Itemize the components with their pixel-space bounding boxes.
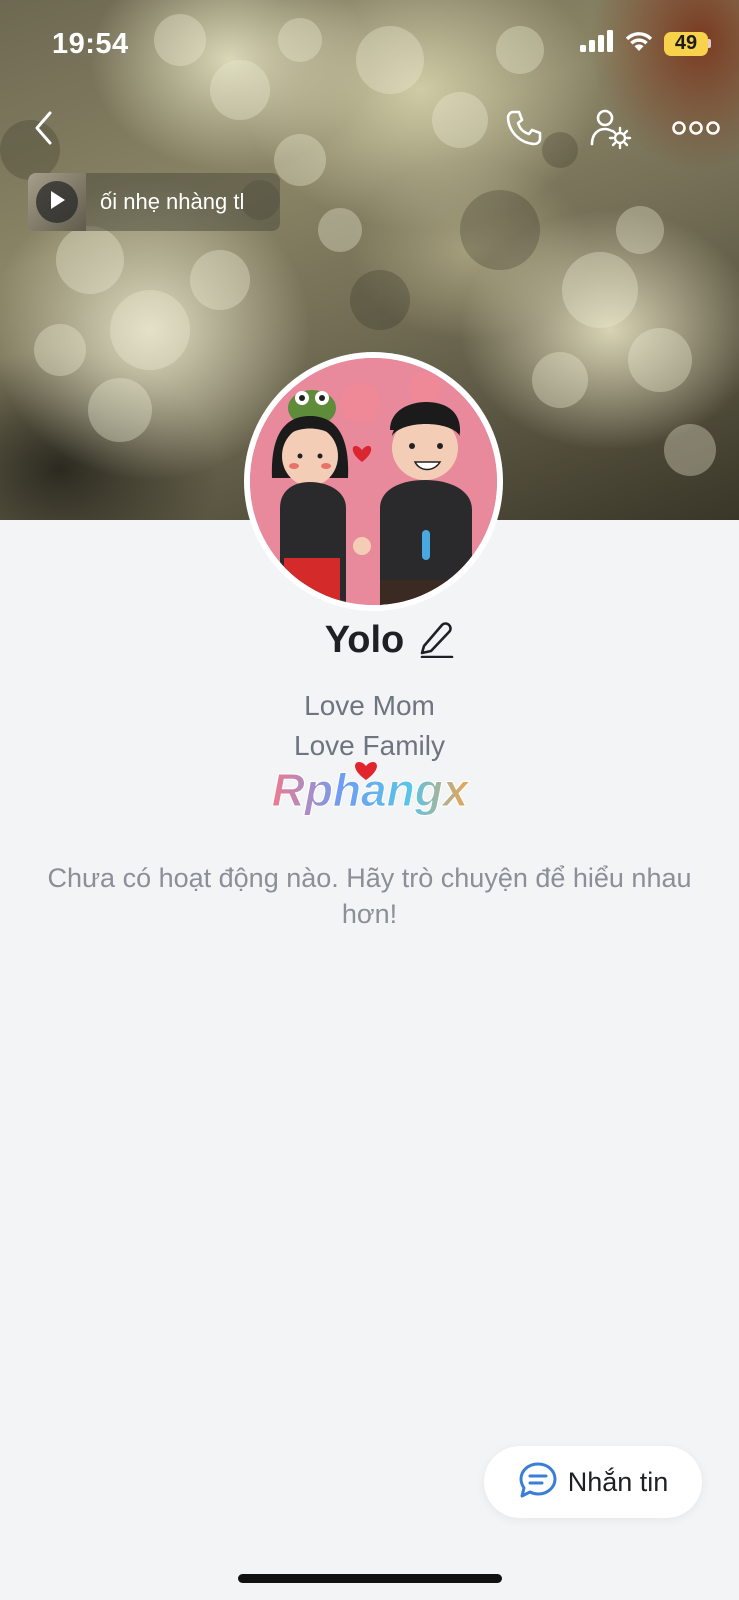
avatar-image — [250, 358, 497, 605]
status-bar: 19:54 49 — [0, 0, 739, 88]
battery-indicator: 49 — [664, 31, 708, 56]
brand-logo-text: Rphangx — [272, 764, 471, 816]
edit-name-button[interactable] — [418, 618, 454, 663]
wifi-icon — [624, 30, 654, 57]
phone-icon — [504, 108, 544, 153]
play-icon — [48, 190, 66, 215]
play-button[interactable] — [36, 181, 78, 223]
back-button[interactable] — [14, 100, 74, 160]
status-icons: 49 — [580, 30, 711, 57]
battery-nub — [708, 39, 711, 48]
chat-bubble-icon — [518, 1461, 558, 1504]
home-indicator[interactable] — [238, 1574, 502, 1583]
more-options-button[interactable] — [666, 100, 726, 160]
profile-music-player[interactable]: ối nhẹ nhàng tl — [28, 173, 280, 231]
cellular-signal-icon — [580, 30, 614, 57]
more-horizontal-icon — [672, 120, 720, 141]
profile-bio: Love Mom Love Family — [0, 686, 739, 766]
profile-name-row: Yolo — [0, 613, 739, 667]
chevron-left-icon — [32, 110, 56, 151]
bio-line-1: Love Mom — [304, 690, 435, 721]
pencil-icon — [418, 621, 454, 662]
user-settings-icon — [588, 106, 632, 155]
profile-name: Yolo — [324, 618, 405, 661]
bio-brand-logo: Rphangx — [258, 758, 482, 822]
music-thumbnail — [28, 173, 86, 231]
status-time: 19:54 — [52, 28, 129, 60]
profile-settings-button[interactable] — [580, 100, 640, 160]
profile-top-nav — [0, 100, 739, 160]
call-button[interactable] — [494, 100, 554, 160]
send-message-button[interactable]: Nhắn tin — [484, 1446, 702, 1518]
empty-activity-message: Chưa có hoạt động nào. Hãy trò chuyện để… — [47, 863, 692, 929]
brand-logo-svg: Rphangx — [271, 761, 471, 817]
music-song-title: ối nhẹ nhàng tl — [100, 189, 245, 214]
profile-avatar[interactable] — [244, 352, 503, 611]
send-message-label: Nhắn tin — [567, 1466, 669, 1497]
